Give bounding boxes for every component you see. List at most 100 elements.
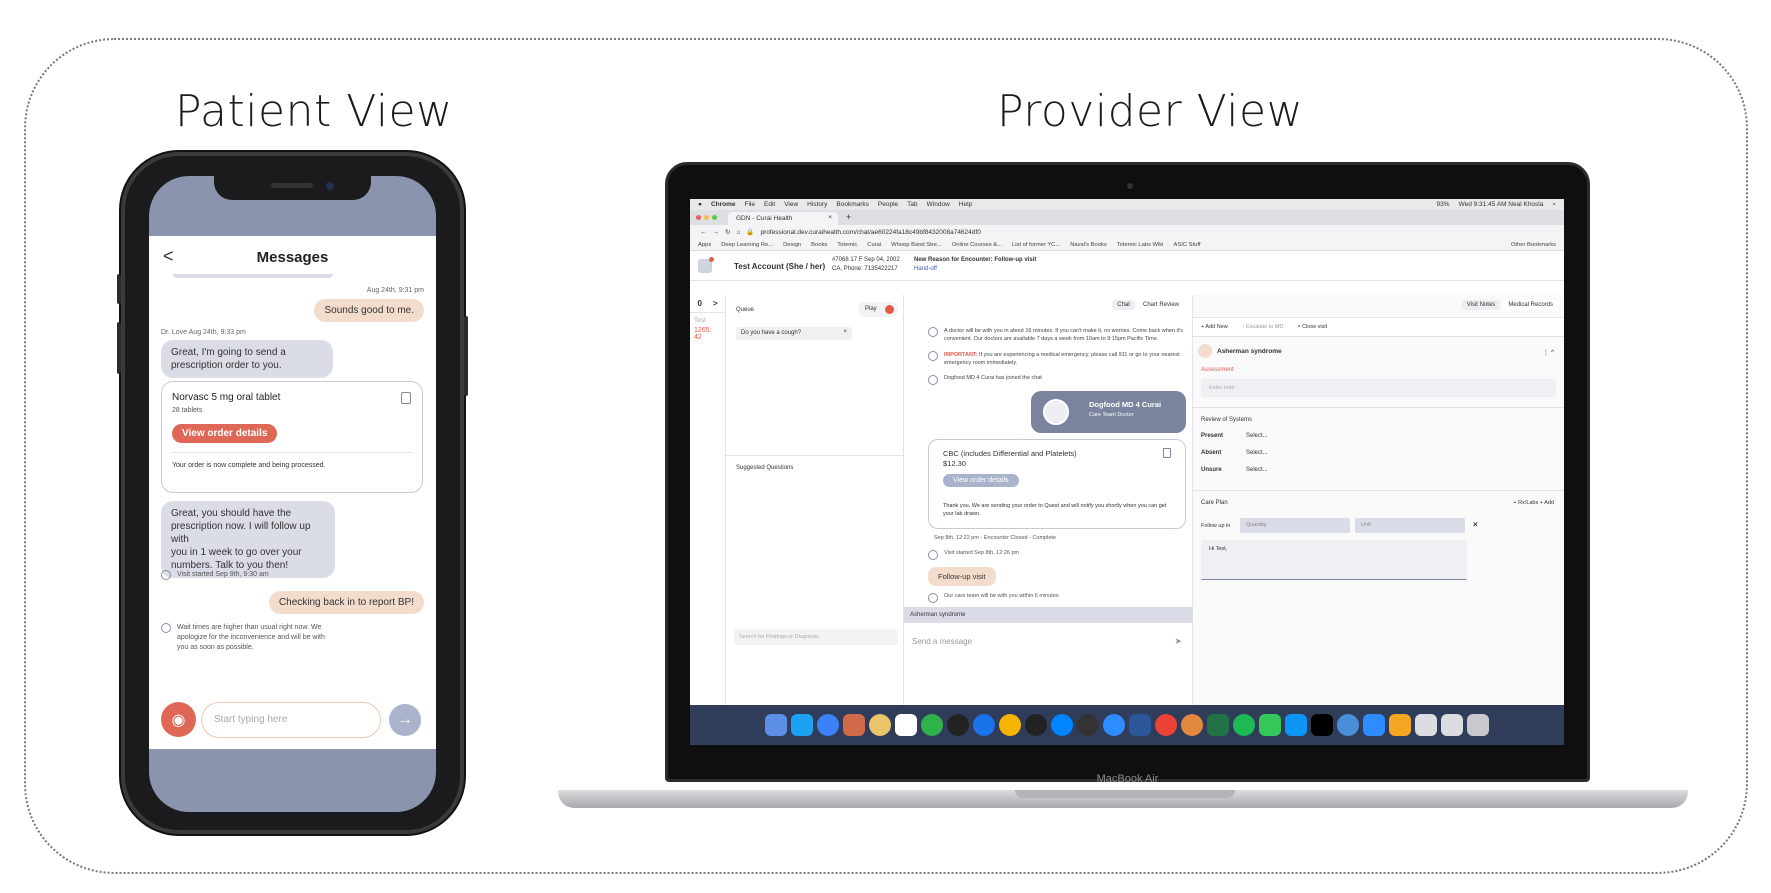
back-icon[interactable]: < (163, 246, 174, 267)
menu-item[interactable]: Bookmarks (836, 201, 869, 208)
ros-select[interactable]: Select... (1246, 467, 1268, 473)
minimize-window-icon[interactable] (704, 215, 709, 220)
app-icon[interactable] (1181, 714, 1203, 736)
menu-item[interactable]: Window (927, 201, 950, 208)
zoom-window-icon[interactable] (712, 215, 717, 220)
chevron-right-icon[interactable]: > (713, 299, 718, 308)
url-field[interactable]: professional.dev.curaihealth.com/chat/ae… (760, 229, 980, 236)
handoff-link[interactable]: Hand-off (914, 265, 1036, 274)
bookmark[interactable]: Books (811, 242, 827, 248)
reload-icon[interactable]: ↻ (725, 228, 730, 236)
diagnosis-menu-icon[interactable]: ⋮ ^ (1543, 348, 1554, 356)
messages-icon[interactable] (1103, 714, 1125, 736)
appstore-icon[interactable] (1285, 714, 1307, 736)
bookmark[interactable]: Naval's Books (1070, 242, 1107, 248)
patient-list-item[interactable]: Test 1265: 42 (690, 313, 725, 345)
safari-icon[interactable] (817, 714, 839, 736)
findings-search-input[interactable]: Search for Findings or Diagnosis (734, 629, 898, 645)
home-icon[interactable]: ⌂ (736, 229, 740, 236)
remove-followup-icon[interactable]: × (1473, 520, 1478, 529)
play-button[interactable]: Play (858, 302, 898, 317)
ros-select[interactable]: Select... (1246, 450, 1268, 456)
trash-icon[interactable] (1467, 714, 1489, 736)
facetime-icon[interactable] (1259, 714, 1281, 736)
menu-item[interactable]: File (745, 201, 755, 208)
bookmark[interactable]: Other Bookmarks (1511, 242, 1556, 248)
tab-visit-notes[interactable]: Visit Notes (1461, 300, 1501, 310)
send-message-input[interactable]: Send a message (912, 637, 972, 646)
apple-icon[interactable]: ● (698, 201, 702, 208)
view-order-details-button[interactable]: View order details (172, 424, 278, 443)
menu-item[interactable]: People (878, 201, 898, 208)
tab-close-icon[interactable]: × (828, 214, 832, 221)
queue-item[interactable]: Do you have a cough? × (736, 327, 852, 340)
close-window-icon[interactable] (696, 215, 701, 220)
appletv-icon[interactable] (1311, 714, 1333, 736)
bookmark[interactable]: ASIC Stuff (1173, 242, 1200, 248)
send-icon[interactable]: ➤ (1174, 636, 1182, 647)
remove-icon[interactable]: × (843, 329, 847, 335)
finder-icon[interactable] (765, 714, 787, 736)
plan-note-input[interactable]: Hi Test, (1201, 540, 1467, 580)
bookmark[interactable]: Curai (867, 242, 881, 248)
ros-row[interactable]: Absent Select... (1201, 450, 1268, 456)
bookmark[interactable]: Deep Learning Re... (721, 242, 773, 248)
bookmark[interactable]: Online Courses &... (952, 242, 1002, 248)
camera-icon[interactable]: ◉ (161, 702, 196, 737)
view-order-details-button[interactable]: View order details (943, 474, 1019, 487)
tab-chat[interactable]: Chat (1112, 300, 1135, 310)
back-arrow-icon[interactable]: ← (700, 229, 707, 236)
browser-tab[interactable]: GDN - Curai Health × (728, 212, 838, 225)
tab-medical-records[interactable]: Medical Records (1503, 300, 1558, 310)
twitter-icon[interactable] (791, 714, 813, 736)
close-visit-button[interactable]: × Close visit (1297, 324, 1327, 330)
bookmark[interactable]: Totemic Labs Wiki (1117, 242, 1164, 248)
ros-row[interactable]: Unsure Select... (1201, 467, 1268, 473)
bookmark[interactable]: Apps (698, 242, 711, 248)
app-icon[interactable] (947, 714, 969, 736)
care-plan-actions[interactable]: + Rx/Labs + Add (1513, 500, 1554, 506)
diagnosis-bar[interactable]: Asherman syndrome (904, 607, 1193, 623)
bookmark[interactable]: Whoop Band Stre... (891, 242, 942, 248)
bookmark[interactable]: List of former YC... (1012, 242, 1060, 248)
spotify-icon[interactable] (1233, 714, 1255, 736)
ros-select[interactable]: Select... (1246, 433, 1268, 439)
bookmark[interactable]: Design (783, 242, 801, 248)
message-input[interactable]: Start typing here (201, 702, 381, 738)
document-icon[interactable] (1415, 714, 1437, 736)
add-new-button[interactable]: + Add New (1201, 324, 1228, 330)
tab-chart-review[interactable]: Chart Review (1137, 300, 1184, 310)
evernote-icon[interactable] (921, 714, 943, 736)
forward-arrow-icon[interactable]: → (713, 229, 720, 236)
word-icon[interactable] (1129, 714, 1151, 736)
menu-item[interactable]: Help (959, 201, 972, 208)
app-icon[interactable] (1337, 714, 1359, 736)
new-tab-icon[interactable]: + (846, 212, 851, 222)
search-icon[interactable]: ⌕ (1552, 201, 1556, 209)
send-arrow-icon[interactable]: → (389, 704, 421, 736)
bookmark[interactable]: Totemic (837, 242, 857, 248)
notion-icon[interactable] (895, 714, 917, 736)
menu-item[interactable]: Edit (764, 201, 775, 208)
zoom-icon[interactable] (1363, 714, 1385, 736)
escalate-button[interactable]: ↑ Escalate to MD (1242, 324, 1284, 330)
app-icon[interactable] (1077, 714, 1099, 736)
unit-select[interactable]: Unit (1355, 518, 1465, 533)
messenger-icon[interactable] (1051, 714, 1073, 736)
chrome-icon[interactable] (999, 714, 1021, 736)
ros-row[interactable]: Present Select... (1201, 433, 1268, 439)
app-icon[interactable] (1025, 714, 1047, 736)
photos-icon[interactable] (1155, 714, 1177, 736)
quantity-select[interactable]: Quantity (1240, 518, 1350, 533)
assessment-input[interactable]: Enter note (1201, 379, 1556, 397)
onepassword-icon[interactable] (973, 714, 995, 736)
slack-icon[interactable] (869, 714, 891, 736)
menu-item[interactable]: Tab (907, 201, 917, 208)
document-icon[interactable] (1441, 714, 1463, 736)
vectornator-icon[interactable] (843, 714, 865, 736)
keynote-icon[interactable] (1389, 714, 1411, 736)
excel-icon[interactable] (1207, 714, 1229, 736)
menu-item[interactable]: View (784, 201, 798, 208)
menu-item[interactable]: History (807, 201, 827, 208)
menu-item[interactable]: Chrome (711, 201, 736, 208)
